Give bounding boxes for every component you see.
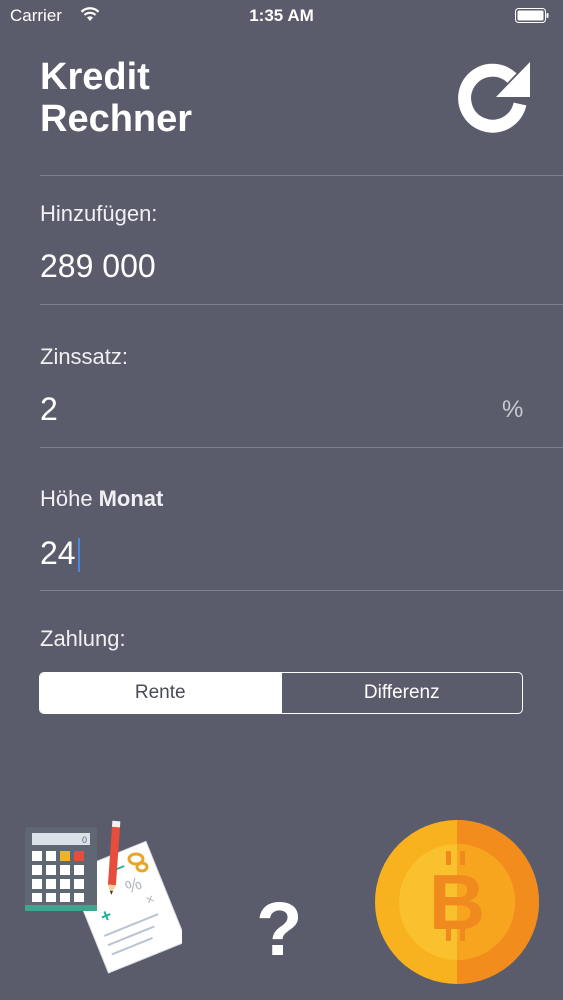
- percent-unit: %: [502, 396, 524, 423]
- bitcoin-coin-icon[interactable]: B: [374, 819, 540, 985]
- svg-text:B: B: [429, 858, 485, 946]
- term-label-text: Höhe: [40, 486, 93, 511]
- payment-label: Zahlung:: [40, 626, 126, 651]
- term-input[interactable]: [40, 533, 480, 573]
- segment-differenz[interactable]: Differenz: [280, 673, 523, 713]
- segment-rente[interactable]: Rente: [40, 673, 281, 713]
- calculator-illustration[interactable]: % + × − 0: [22, 815, 182, 975]
- interest-divider: [40, 447, 563, 448]
- text-caret: [78, 538, 80, 572]
- term-divider: [40, 590, 563, 591]
- status-bar: Carrier 1:35 AM: [0, 0, 563, 32]
- term-label-bold: Monat: [98, 486, 164, 511]
- amount-input[interactable]: [40, 246, 480, 286]
- interest-input[interactable]: [40, 389, 480, 429]
- amount-label: Hinzufügen:: [40, 201, 158, 226]
- page-title: Kredit Rechner: [40, 56, 192, 140]
- refresh-icon[interactable]: [452, 57, 536, 141]
- status-time: 1:35 AM: [249, 6, 314, 25]
- payment-segmented-control[interactable]: Rente Differenz: [39, 672, 523, 714]
- help-button[interactable]: ?: [256, 890, 302, 970]
- interest-label: Zinssatz:: [40, 344, 129, 369]
- title-line-2: Rechner: [40, 98, 193, 140]
- battery-icon: [515, 8, 549, 23]
- title-line-1: Kredit: [40, 56, 150, 98]
- amount-divider: [40, 304, 563, 305]
- header-divider: [40, 175, 563, 176]
- term-label: Höhe Monat: [40, 486, 163, 512]
- svg-text:0: 0: [82, 835, 87, 845]
